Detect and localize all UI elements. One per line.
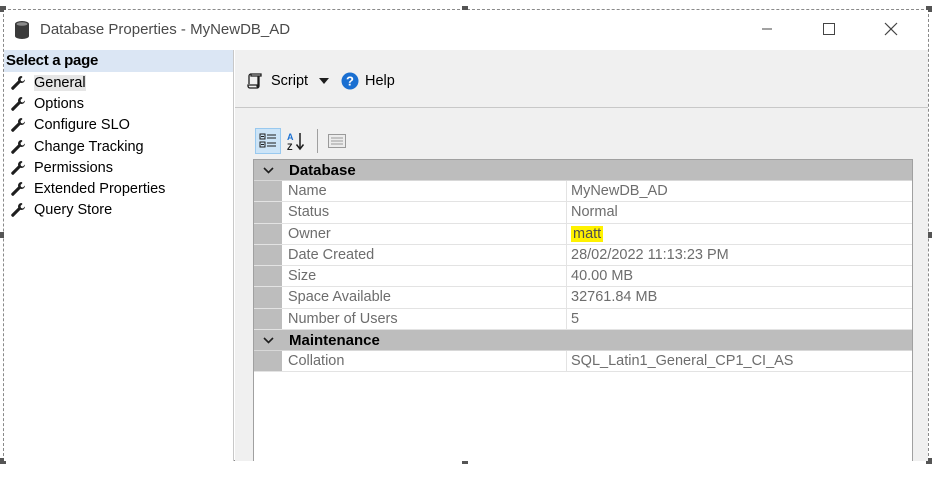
property-grid-toolbar: A Z: [255, 128, 352, 154]
property-pages-icon: [328, 134, 346, 148]
sidebar-item-change-tracking[interactable]: Change Tracking: [4, 136, 233, 157]
maximize-icon: [823, 23, 835, 35]
property-name: Status: [282, 202, 567, 223]
collapse-chevron-icon[interactable]: [254, 166, 282, 174]
property-name: Number of Users: [282, 308, 567, 330]
sidebar-item-label: Options: [34, 95, 84, 112]
wrench-icon: [11, 118, 25, 133]
help-button[interactable]: ? Help: [341, 72, 395, 90]
property-row-number-of-users[interactable]: Number of Users 5: [254, 308, 912, 331]
property-value: 40.00 MB: [571, 268, 634, 285]
close-icon: [884, 22, 898, 36]
property-grid: Database Name MyNewDB_AD Status Normal O…: [253, 159, 913, 461]
script-dropdown-button[interactable]: [319, 78, 329, 84]
script-label: Script: [271, 73, 309, 89]
svg-text:Z: Z: [287, 142, 293, 151]
sidebar-item-extended-properties[interactable]: Extended Properties: [4, 178, 233, 199]
maximize-button[interactable]: [806, 10, 852, 48]
sidebar-item-general[interactable]: General: [4, 72, 233, 93]
property-name: Owner: [282, 223, 567, 244]
category-database[interactable]: Database: [254, 160, 912, 181]
categorized-view-button[interactable]: [255, 128, 281, 154]
property-name: Size: [282, 266, 567, 287]
page-selector-sidebar: Select a page General Options Configure …: [4, 50, 234, 461]
property-value: MyNewDB_AD: [571, 183, 668, 199]
property-name: Collation: [282, 351, 567, 372]
property-row-name[interactable]: Name MyNewDB_AD: [254, 181, 912, 203]
sidebar-item-permissions[interactable]: Permissions: [4, 157, 233, 178]
property-row-status[interactable]: Status Normal: [254, 202, 912, 224]
collapse-chevron-icon[interactable]: [254, 337, 282, 344]
property-row-collation[interactable]: Collation SQL_Latin1_General_CP1_CI_AS: [254, 351, 912, 373]
toolbar: Script ? Help: [235, 50, 928, 108]
property-value: 5: [571, 310, 580, 327]
alphabetical-view-button[interactable]: A Z: [283, 128, 309, 154]
svg-text:A: A: [287, 132, 294, 142]
sidebar-item-label: Configure SLO: [34, 117, 130, 134]
chevron-down-icon: [319, 78, 329, 84]
property-row-date-created[interactable]: Date Created 28/02/2022 11:13:23 PM: [254, 244, 912, 267]
sidebar-item-label: General: [34, 74, 86, 91]
property-value: SQL_Latin1_General_CP1_CI_AS: [571, 353, 794, 370]
minimize-button[interactable]: [744, 10, 790, 48]
script-icon: [247, 73, 262, 89]
title-bar[interactable]: Database Properties - MyNewDB_AD: [4, 10, 928, 50]
wrench-icon: [11, 203, 25, 218]
property-name: Name: [282, 181, 567, 202]
property-value-container: matt: [567, 224, 912, 244]
property-name: Date Created: [282, 244, 567, 266]
wrench-icon: [11, 139, 25, 154]
close-button[interactable]: [868, 10, 914, 48]
sort-alphabetical-icon: A Z: [287, 132, 305, 151]
property-value: 28/02/2022 11:13:23 PM: [571, 246, 729, 263]
property-row-owner[interactable]: Owner matt: [254, 223, 912, 245]
category-label: Database: [289, 161, 356, 179]
sidebar-item-options[interactable]: Options: [4, 93, 233, 114]
svg-text:?: ?: [346, 74, 354, 89]
property-name: Space Available: [282, 287, 567, 308]
property-value: Normal: [571, 204, 618, 221]
sidebar-item-label: Extended Properties: [34, 181, 166, 198]
sidebar-item-configure-slo[interactable]: Configure SLO: [4, 115, 233, 136]
main-panel: Script ? Help A Z Database Name MyNewDB_…: [235, 50, 928, 461]
category-maintenance[interactable]: Maintenance: [254, 330, 912, 352]
categorized-icon: [259, 133, 276, 148]
help-label: Help: [365, 73, 395, 89]
database-icon: [15, 21, 29, 39]
script-button[interactable]: Script: [247, 72, 308, 90]
sidebar-header: Select a page: [4, 50, 233, 72]
wrench-icon: [11, 96, 25, 111]
wrench-icon: [11, 160, 25, 175]
toolbar-divider: [317, 129, 318, 153]
property-pages-button[interactable]: [324, 128, 350, 154]
wrench-icon: [11, 182, 25, 196]
window-title: Database Properties - MyNewDB_AD: [40, 21, 291, 38]
category-label: Maintenance: [289, 331, 380, 349]
owner-value-highlighted: matt: [571, 225, 604, 242]
sidebar-item-label: Query Store: [34, 202, 113, 219]
wrench-icon: [11, 75, 25, 90]
minimize-icon: [762, 28, 772, 30]
property-value: 32761.84 MB: [571, 289, 658, 306]
sidebar-item-label: Permissions: [34, 159, 113, 176]
help-icon: ?: [341, 72, 359, 90]
sidebar-item-label: Change Tracking: [34, 138, 144, 155]
sidebar-item-query-store[interactable]: Query Store: [4, 200, 233, 221]
property-row-size[interactable]: Size 40.00 MB: [254, 266, 912, 288]
database-properties-window: Database Properties - MyNewDB_AD Select …: [0, 6, 932, 464]
property-row-space-available[interactable]: Space Available 32761.84 MB: [254, 287, 912, 309]
